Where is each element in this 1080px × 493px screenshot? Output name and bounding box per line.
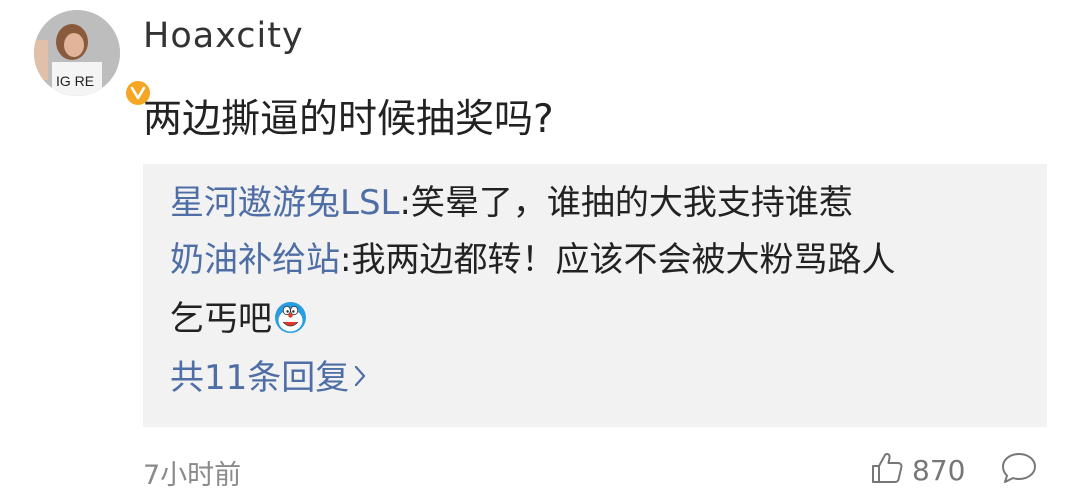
comment-bubble-icon bbox=[1000, 453, 1038, 489]
author-avatar[interactable]: IG RE bbox=[34, 10, 153, 108]
svg-text:IG RE: IG RE bbox=[56, 73, 94, 89]
like-count: 870 bbox=[912, 453, 966, 487]
reply-item: 奶油补给站:我两边都转！应该不会被大粉骂路人 bbox=[170, 238, 895, 282]
reply-item: 星河遨游兔LSL:笑晕了，谁抽的大我支持谁惹 bbox=[170, 181, 853, 225]
reply-text: :我两边都转！应该不会被大粉骂路人 bbox=[340, 240, 896, 280]
reply-button[interactable] bbox=[1000, 451, 1038, 489]
more-replies-link[interactable]: 共11条回复 bbox=[170, 355, 367, 400]
comment-text: 两边撕逼的时候抽奖吗? bbox=[143, 97, 554, 142]
reply-text: :笑晕了，谁抽的大我支持谁惹 bbox=[399, 183, 853, 223]
like-button[interactable]: 870 bbox=[870, 451, 965, 489]
chevron-right-icon bbox=[353, 355, 367, 399]
thumbs-up-icon bbox=[870, 451, 904, 489]
replies-container[interactable]: 星河遨游兔LSL:笑晕了，谁抽的大我支持谁惹 奶油补给站:我两边都转！应该不会被… bbox=[143, 164, 1047, 427]
reply-author[interactable]: 奶油补给站 bbox=[170, 240, 340, 280]
more-replies-label: 共11条回复 bbox=[170, 358, 350, 398]
reply-text-continued: 乞丐吧 bbox=[170, 299, 272, 339]
doraemon-emoji-icon bbox=[274, 301, 307, 334]
author-name[interactable]: Hoaxcity bbox=[143, 16, 304, 56]
reply-item-continued: 乞丐吧 bbox=[170, 297, 307, 341]
avatar-image: IG RE bbox=[34, 10, 120, 96]
comment-time: 7小时前 bbox=[143, 460, 242, 491]
reply-author[interactable]: 星河遨游兔LSL bbox=[170, 183, 399, 223]
